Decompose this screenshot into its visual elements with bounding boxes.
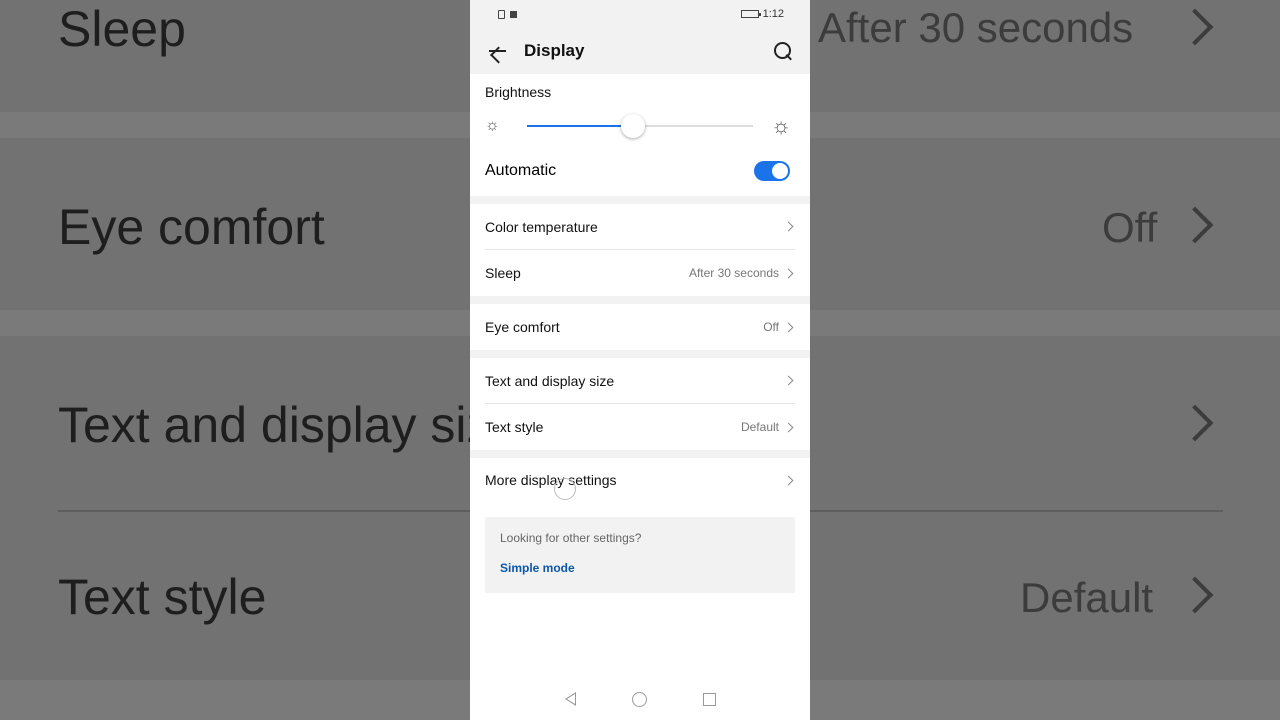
- sleep-value: After 30 seconds: [688, 266, 779, 280]
- phone-screen: 1:12 Display Brightness ☼ ☼ Automatic Co…: [470, 0, 810, 720]
- search-icon[interactable]: [772, 40, 794, 62]
- automatic-row[interactable]: Automatic: [485, 146, 795, 196]
- automatic-toggle[interactable]: [754, 161, 790, 181]
- notification-icon: [510, 10, 517, 18]
- chevron-right-icon: [783, 221, 794, 232]
- navigation-bar: [470, 678, 810, 720]
- brightness-card: Brightness ☼ ☼ Automatic: [470, 74, 810, 196]
- more-display-settings-row[interactable]: More display settings: [485, 458, 795, 502]
- bg-text-style-label: Text style: [58, 569, 267, 625]
- text-display-size-row[interactable]: Text and display size: [485, 358, 795, 404]
- automatic-label: Automatic: [485, 162, 557, 179]
- color-temperature-label: Color temperature: [485, 218, 598, 235]
- bg-eye-comfort-label: Eye comfort: [58, 199, 325, 255]
- status-time: 1:12: [762, 8, 784, 20]
- sleep-row[interactable]: Sleep After 30 seconds: [485, 250, 795, 296]
- app-header: Display: [470, 28, 810, 74]
- sun-large-icon: ☼: [771, 113, 792, 138]
- bg-eye-comfort-value: Off: [1102, 204, 1158, 251]
- back-arrow-icon[interactable]: [486, 40, 508, 62]
- bg-chevron-icon: [1176, 576, 1214, 614]
- chevron-right-icon: [783, 375, 794, 386]
- nav-back-icon[interactable]: [564, 692, 576, 706]
- brightness-slider-row: ☼ ☼: [485, 106, 795, 146]
- brightness-slider-fill: [527, 125, 634, 127]
- page-title: Display: [524, 41, 585, 60]
- sim-icon: [498, 9, 505, 19]
- battery-icon: [740, 10, 761, 18]
- eye-comfort-row[interactable]: Eye comfort Off: [485, 304, 795, 350]
- bg-chevron-icon: [1176, 206, 1214, 244]
- more-display-settings-label: More display settings: [485, 472, 617, 488]
- brightness-label: Brightness: [485, 84, 552, 100]
- text-style-row[interactable]: Text style Default: [485, 404, 795, 450]
- text-style-label: Text style: [485, 419, 544, 435]
- sun-small-icon: ☼: [485, 117, 500, 134]
- nav-home-icon[interactable]: [631, 691, 647, 707]
- bg-sleep-value: After 30 seconds: [818, 4, 1134, 51]
- nav-recents-icon[interactable]: [702, 692, 716, 706]
- chevron-right-icon: [783, 475, 794, 485]
- bg-text-display-size-label: Text and display size: [58, 397, 478, 453]
- settings-group-3: Text and display size Text style Default: [470, 358, 810, 450]
- hint-text: Looking for other settings?: [500, 531, 642, 545]
- bg-text-style-value: Default: [1020, 574, 1154, 621]
- settings-group-2: Eye comfort Off: [470, 304, 810, 350]
- other-settings-hint: Looking for other settings? Simple mode: [485, 517, 795, 593]
- simple-mode-link[interactable]: Simple mode: [500, 561, 780, 575]
- brightness-slider-knob[interactable]: [621, 114, 646, 138]
- bg-chevron-icon: [1176, 404, 1214, 442]
- bg-chevron-icon: [1176, 8, 1214, 46]
- bg-sleep-label: Sleep: [58, 1, 186, 57]
- eye-comfort-label: Eye comfort: [485, 319, 560, 335]
- touch-indicator: [554, 478, 576, 500]
- color-temperature-row[interactable]: Color temperature: [485, 204, 795, 250]
- eye-comfort-value: Off: [763, 320, 779, 334]
- brightness-slider[interactable]: [527, 114, 753, 138]
- chevron-right-icon: [783, 268, 794, 278]
- chevron-right-icon: [783, 422, 794, 432]
- settings-group-1: Color temperature Sleep After 30 seconds: [470, 204, 810, 296]
- status-bar: 1:12: [470, 0, 810, 28]
- sleep-label: Sleep: [485, 265, 521, 281]
- status-notification-icons: [498, 9, 517, 19]
- text-style-value: Default: [740, 420, 779, 434]
- text-display-size-label: Text and display size: [485, 372, 615, 389]
- status-right: 1:12: [740, 8, 784, 20]
- chevron-right-icon: [783, 322, 794, 332]
